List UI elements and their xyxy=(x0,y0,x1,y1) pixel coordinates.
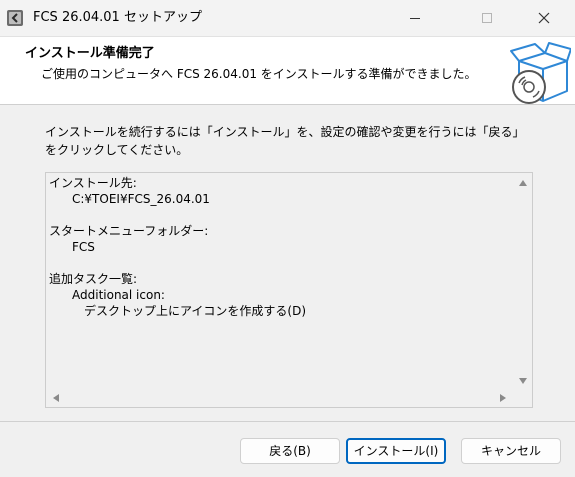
instruction-text: インストールを続行するには「インストール」を、設定の確認や変更を行うには「戻る」… xyxy=(45,123,545,159)
back-button[interactable]: 戻る(B) xyxy=(240,438,340,464)
tasks-item: デスクトップ上にアイコンを作成する(D) xyxy=(84,304,307,318)
maximize-button[interactable] xyxy=(464,0,510,36)
vertical-scrollbar[interactable] xyxy=(514,173,532,390)
footer-divider xyxy=(0,421,575,422)
wizard-header: インストール準備完了 ご使用のコンピュータへ FCS 26.04.01 をインス… xyxy=(0,37,575,105)
instruction-line-1: インストールを続行するには「インストール」を、設定の確認や変更を行うには「戻る」 xyxy=(45,125,525,139)
install-dir-label: インストール先: xyxy=(49,176,137,190)
app-icon xyxy=(6,9,24,27)
start-menu-value: FCS xyxy=(72,240,95,254)
install-button[interactable]: インストール(I) xyxy=(346,438,446,464)
horizontal-scrollbar[interactable] xyxy=(46,390,530,407)
maximize-icon xyxy=(482,13,492,23)
tasks-group: Additional icon: xyxy=(72,288,165,302)
instruction-line-2: をクリックしてください。 xyxy=(45,143,189,157)
scroll-left-icon[interactable] xyxy=(53,394,59,402)
settings-summary-text: インストール先: C:¥TOEI¥FCS_26.04.01 スタートメニューフォ… xyxy=(46,173,511,390)
minimize-button[interactable] xyxy=(392,0,438,36)
close-icon xyxy=(538,12,550,24)
title-bar[interactable]: FCS 26.04.01 セットアップ xyxy=(0,0,575,37)
window-title: FCS 26.04.01 セットアップ xyxy=(33,10,202,25)
box-with-cd-icon xyxy=(505,41,572,105)
start-menu-label: スタートメニューフォルダー: xyxy=(49,224,209,238)
tasks-label: 追加タスク一覧: xyxy=(49,272,138,286)
scroll-right-icon[interactable] xyxy=(500,394,506,402)
cancel-button[interactable]: キャンセル xyxy=(461,438,561,464)
minimize-icon xyxy=(410,18,420,19)
scroll-up-icon[interactable] xyxy=(519,180,527,186)
scroll-down-icon[interactable] xyxy=(519,378,527,384)
install-dir-value: C:¥TOEI¥FCS_26.04.01 xyxy=(72,192,210,206)
settings-summary-box[interactable]: インストール先: C:¥TOEI¥FCS_26.04.01 スタートメニューフォ… xyxy=(45,172,533,408)
header-subtitle: ご使用のコンピュータへ FCS 26.04.01 をインストールする準備ができま… xyxy=(41,67,477,81)
close-button[interactable] xyxy=(521,0,567,36)
header-title: インストール準備完了 xyxy=(25,46,155,61)
